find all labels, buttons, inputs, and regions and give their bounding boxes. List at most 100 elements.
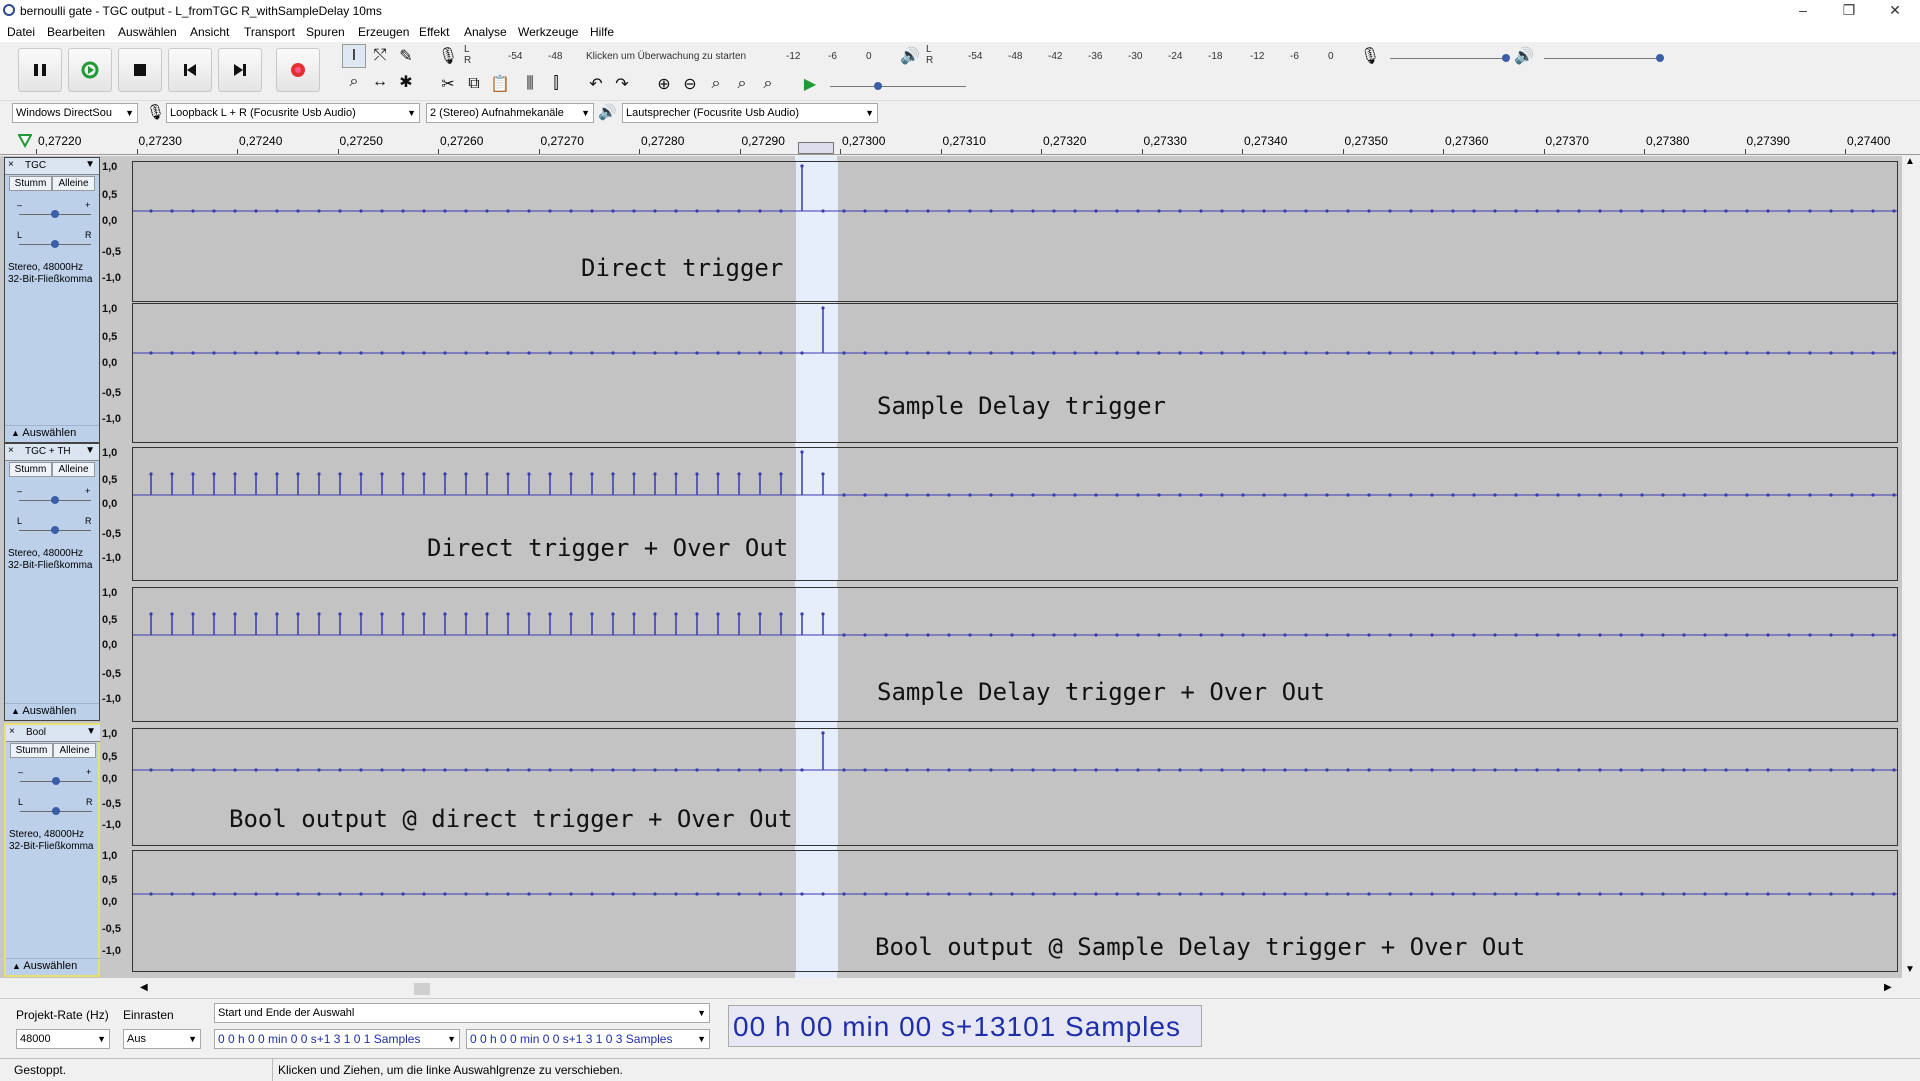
draw-tool-icon[interactable]: ✎ [394,44,418,68]
close-track-icon[interactable]: × [8,159,14,170]
scroll-down-icon[interactable]: ▼ [1905,964,1915,975]
menu-erzeugen[interactable]: Erzeugen [358,25,409,39]
solo-button[interactable]: Alleine [52,176,95,191]
menu-datei[interactable]: Datei [7,25,35,39]
output-device-select[interactable]: Lautsprecher (Focusrite Usb Audio) ▼ [622,103,878,123]
vertical-scrollbar[interactable]: ▲ ▼ [1902,156,1920,978]
pan-slider[interactable] [19,526,91,534]
undo-icon[interactable]: ↶ [584,72,608,96]
menu-ansicht[interactable]: Ansicht [190,25,229,39]
track-name[interactable]: TGC + TH [25,446,71,457]
track-menu-chevron-icon[interactable]: ▼ [85,159,95,170]
fit-selection-icon[interactable]: ⌕ [704,72,728,96]
record-volume-slider[interactable] [1390,54,1510,62]
menu-auswaehlen[interactable]: Auswählen [118,25,177,39]
audio-host-select[interactable]: Windows DirectSou ▼ [12,103,138,123]
trim-icon[interactable]: ⫼ [518,72,542,96]
selection-end-time[interactable]: 0 0 h 0 0 min 0 0 s+1 3 1 0 3 Samples ▼ [466,1029,710,1049]
solo-button[interactable]: Alleine [53,743,96,758]
vertical-scale[interactable]: 1,0 0,5 0,0 -0,5 -1,0 [100,303,132,443]
zoom-out-icon[interactable]: ⊖ [678,72,702,96]
paste-icon[interactable]: 📋 [488,72,512,96]
input-channels-select[interactable]: 2 (Stereo) Aufnahmekanäle ▼ [426,103,594,123]
close-track-icon[interactable]: × [9,726,15,737]
zoom-toggle-icon[interactable]: ⌕ [756,72,780,96]
play-at-speed-icon[interactable]: ▶ [798,72,822,96]
mute-button[interactable]: Stumm [9,176,52,191]
redo-icon[interactable]: ↷ [610,72,634,96]
waveform-channel[interactable]: Bool output @ direct trigger + Over Out [132,728,1898,846]
input-device-select[interactable]: Loopback L + R (Focusrite Usb Audio) ▼ [166,103,420,123]
zoom-in-icon[interactable]: ⊕ [652,72,676,96]
snap-select[interactable]: Aus ▼ [123,1029,201,1049]
envelope-tool-icon[interactable]: ⤲ [368,44,392,68]
selection-start-time[interactable]: 0 0 h 0 0 min 0 0 s+1 3 1 0 1 Samples ▼ [214,1029,460,1049]
vertical-scale[interactable]: 1,0 0,5 0,0 -0,5 -1,0 [100,161,132,302]
skip-start-button[interactable] [168,48,212,92]
track-menu-chevron-icon[interactable]: ▼ [86,726,96,737]
fit-project-icon[interactable]: ⌕ [730,72,754,96]
menu-transport[interactable]: Transport [244,25,295,39]
selection-tool-icon[interactable]: I [342,44,366,68]
mute-button[interactable]: Stumm [9,462,52,477]
vertical-scale[interactable]: 1,0 0,5 0,0 -0,5 -1,0 [100,447,132,581]
speaker-icon[interactable]: 🔊 [898,44,922,68]
silence-icon[interactable]: ⫿ [544,72,568,96]
scroll-up-icon[interactable]: ▲ [1905,156,1915,167]
audio-position-display[interactable]: 00 h 00 min 00 s+13101 Samples [728,1005,1202,1047]
track-header[interactable]: × TGC + TH ▼ [5,444,99,461]
close-track-icon[interactable]: × [8,445,14,456]
menu-bearbeiten[interactable]: Bearbeiten [47,25,105,39]
rec-monitor-prompt[interactable]: Klicken um Überwachung zu starten [586,51,746,62]
maximize-icon[interactable]: ❐ [1826,0,1872,22]
waveform-channel[interactable]: Direct trigger [132,161,1898,302]
select-track-button[interactable]: ▲ Auswählen [5,425,99,442]
menu-werkzeuge[interactable]: Werkzeuge [518,25,578,39]
track-name[interactable]: TGC [25,160,46,171]
track-header[interactable]: × TGC ▼ [5,158,99,175]
gain-slider[interactable] [19,210,91,218]
pan-slider[interactable] [20,807,92,815]
gain-slider[interactable] [20,777,92,785]
pause-button[interactable] [18,48,62,92]
play-speed-slider[interactable] [830,82,966,90]
pan-slider[interactable] [19,240,91,248]
track-menu-chevron-icon[interactable]: ▼ [85,445,95,456]
minimize-icon[interactable]: – [1780,0,1826,22]
waveform-channel[interactable]: Bool output @ Sample Delay trigger + Ove… [132,850,1898,972]
select-track-button[interactable]: ▲ Auswählen [6,958,100,975]
track-header[interactable]: × Bool ▼ [6,725,100,742]
waveform-channel[interactable]: Sample Delay trigger [132,303,1898,443]
selection-bracket[interactable] [798,142,834,154]
scroll-thumb[interactable] [414,983,430,995]
loop-play-button[interactable] [68,48,112,92]
timeline-ruler[interactable]: 0,27220 0,27230 0,27240 0,27250 0,27260 0,272… [0,128,1920,155]
selection-mode-select[interactable]: Start und Ende der Auswahl ▼ [214,1003,710,1023]
timeshift-tool-icon[interactable]: ↔ [368,70,392,94]
cut-icon[interactable]: ✂ [436,72,460,96]
scroll-left-icon[interactable]: ◀ [140,982,148,993]
playback-volume-slider[interactable] [1544,54,1664,62]
project-rate-select[interactable]: 48000 ▼ [16,1029,110,1049]
gain-slider[interactable] [19,496,91,504]
select-track-button[interactable]: ▲ Auswählen [5,703,99,720]
vertical-scale[interactable]: 1,0 0,5 0,0 -0,5 -1,0 [100,728,132,846]
stop-button[interactable] [118,48,162,92]
close-window-icon[interactable]: ✕ [1872,0,1918,22]
vertical-scale[interactable]: 1,0 0,5 0,0 -0,5 -1,0 [100,850,132,972]
multi-tool-icon[interactable]: ✱ [394,70,418,94]
skip-end-button[interactable] [218,48,262,92]
mute-button[interactable]: Stumm [10,743,53,758]
menu-hilfe[interactable]: Hilfe [590,25,614,39]
menu-analyse[interactable]: Analyse [464,25,507,39]
mic-icon[interactable]: 🎙 [436,44,460,68]
menu-spuren[interactable]: Spuren [306,25,345,39]
menu-effekt[interactable]: Effekt [419,25,449,39]
waveform-channel[interactable]: Sample Delay trigger + Over Out [132,587,1898,722]
solo-button[interactable]: Alleine [52,462,95,477]
record-button[interactable] [276,48,320,92]
waveform-channel[interactable]: Direct trigger + Over Out [132,447,1898,581]
copy-icon[interactable]: ⧉ [462,72,486,96]
zoom-tool-icon[interactable]: ⌕ [342,70,366,94]
scroll-right-icon[interactable]: ▶ [1884,982,1892,993]
